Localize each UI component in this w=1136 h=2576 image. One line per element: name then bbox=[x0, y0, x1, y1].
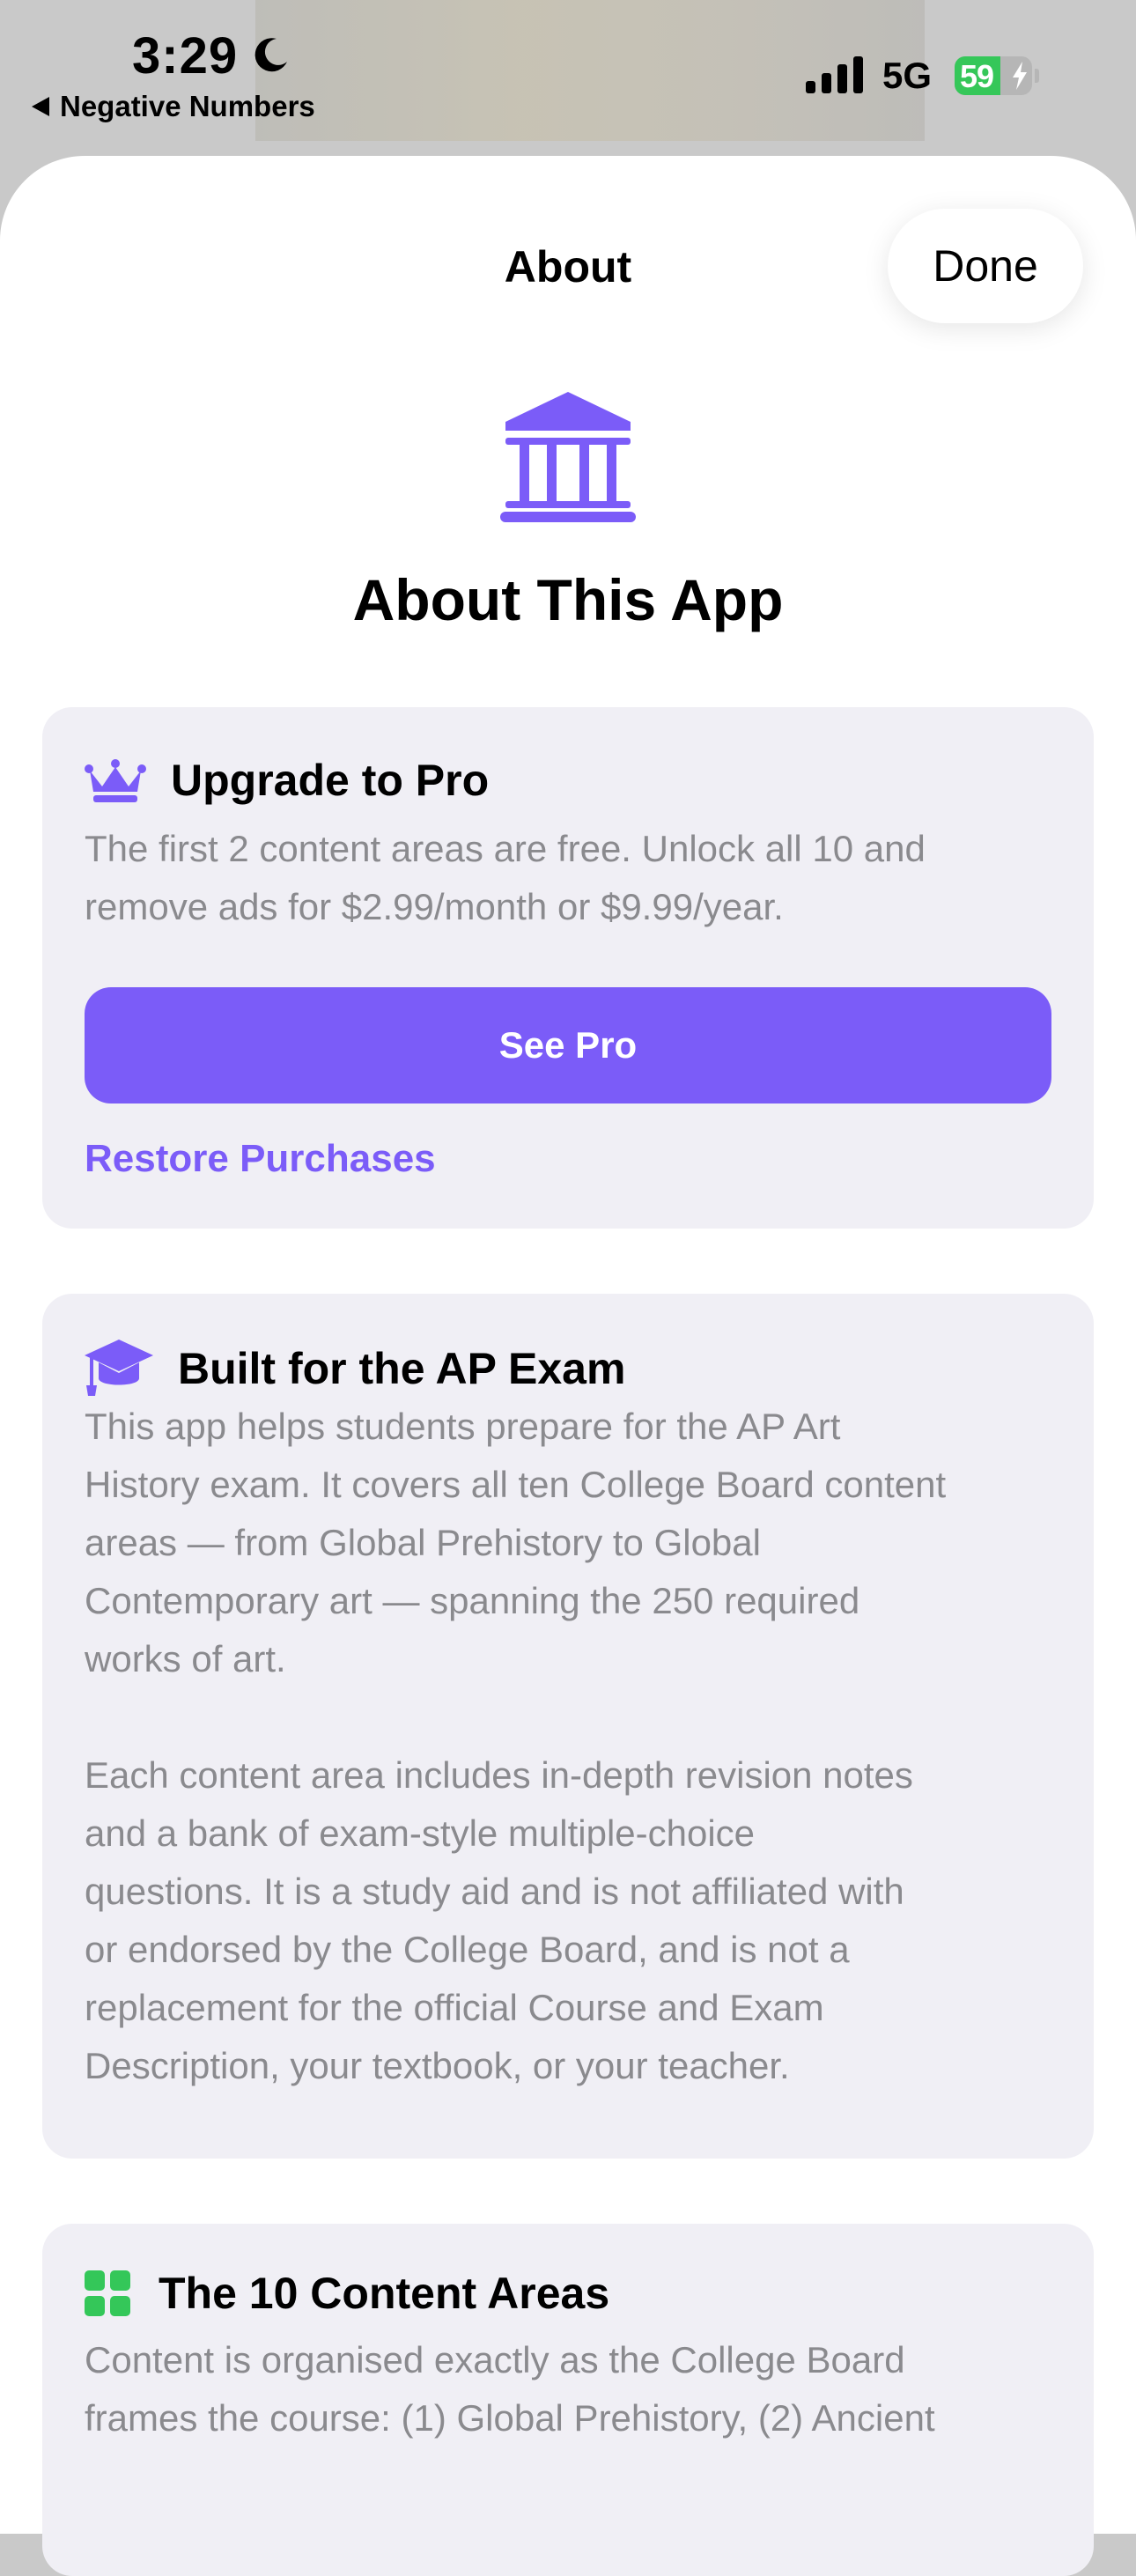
cellular-signal-icon bbox=[806, 56, 863, 93]
exam-card: Built for the AP Exam This app helps stu… bbox=[42, 1294, 1094, 2159]
network-type: 5G bbox=[882, 55, 933, 96]
battery-cap bbox=[1035, 69, 1039, 83]
charging-bolt-icon bbox=[1013, 62, 1027, 90]
exam-description-line: works of art. bbox=[85, 1638, 286, 1679]
exam-paragraph-2: Each content area includes in-depth revi… bbox=[85, 1746, 1062, 2095]
battery-percent: 59 bbox=[960, 58, 994, 94]
status-time: 3:29 bbox=[132, 27, 239, 85]
battery-indicator: 59 bbox=[955, 56, 1032, 95]
graduation-cap-icon bbox=[85, 1340, 153, 1396]
upgrade-card-description: The first 2 content areas are free. Unlo… bbox=[85, 820, 1062, 936]
content-areas-card: The 10 Content Areas Content is organise… bbox=[42, 2224, 1094, 2576]
exam-description-line: Description, your textbook, or your teac… bbox=[85, 2045, 790, 2086]
upgrade-card: Upgrade to Pro The first 2 content areas… bbox=[42, 707, 1094, 1229]
restore-purchases-link[interactable]: Restore Purchases bbox=[85, 1137, 436, 1181]
exam-card-title: Built for the AP Exam bbox=[178, 1344, 626, 1393]
grid-icon bbox=[85, 2270, 130, 2316]
back-triangle-icon bbox=[32, 97, 49, 116]
exam-paragraph-1: This app helps students prepare for the … bbox=[85, 1398, 1062, 1688]
exam-description-line: areas — from Global Prehistory to Global bbox=[85, 1522, 761, 1563]
moon-icon bbox=[254, 38, 287, 72]
building-columns-icon bbox=[500, 392, 636, 522]
exam-description-line: This app helps students prepare for the … bbox=[85, 1406, 841, 1447]
exam-description-line: Each content area includes in-depth revi… bbox=[85, 1754, 913, 1796]
content-areas-line: Content is organised exactly as the Coll… bbox=[85, 2339, 905, 2380]
content-areas-card-header: The 10 Content Areas bbox=[85, 2268, 609, 2319]
see-pro-button[interactable]: See Pro bbox=[85, 987, 1051, 1103]
upgrade-description-line: remove ads for $2.99/month or $9.99/year… bbox=[85, 886, 784, 927]
exam-description-line: questions. It is a study aid and is not … bbox=[85, 1871, 904, 1912]
exam-description-line: replacement for the official Course and … bbox=[85, 1987, 824, 2028]
crown-icon bbox=[85, 759, 146, 802]
upgrade-description-line: The first 2 content areas are free. Unlo… bbox=[85, 828, 926, 869]
exam-description-line: and a bank of exam-style multiple-choice bbox=[85, 1812, 756, 1854]
hero-title: About This App bbox=[352, 567, 784, 632]
exam-description-line: Contemporary art — spanning the 250 requ… bbox=[85, 1580, 860, 1621]
exam-card-header: Built for the AP Exam bbox=[85, 1338, 625, 1399]
back-app-label: Negative Numbers bbox=[60, 90, 315, 122]
upgrade-card-header: Upgrade to Pro bbox=[85, 755, 489, 806]
about-sheet: About Done About This App Upgrade to Pro… bbox=[0, 156, 1136, 2576]
exam-description-line: History exam. It covers all ten College … bbox=[85, 1464, 947, 1505]
content-areas-description: Content is organised exactly as the Coll… bbox=[85, 2331, 1062, 2447]
exam-card-description: This app helps students prepare for the … bbox=[85, 1398, 1062, 2095]
content-areas-line: frames the course: (1) Global Prehistory… bbox=[85, 2397, 935, 2439]
back-to-app-link[interactable]: Negative Numbers bbox=[32, 90, 315, 123]
exam-description-line: or endorsed by the College Board, and is… bbox=[85, 1929, 850, 1970]
done-button[interactable]: Done bbox=[888, 209, 1083, 323]
content-areas-card-title: The 10 Content Areas bbox=[159, 2269, 610, 2318]
upgrade-card-title: Upgrade to Pro bbox=[171, 756, 490, 805]
